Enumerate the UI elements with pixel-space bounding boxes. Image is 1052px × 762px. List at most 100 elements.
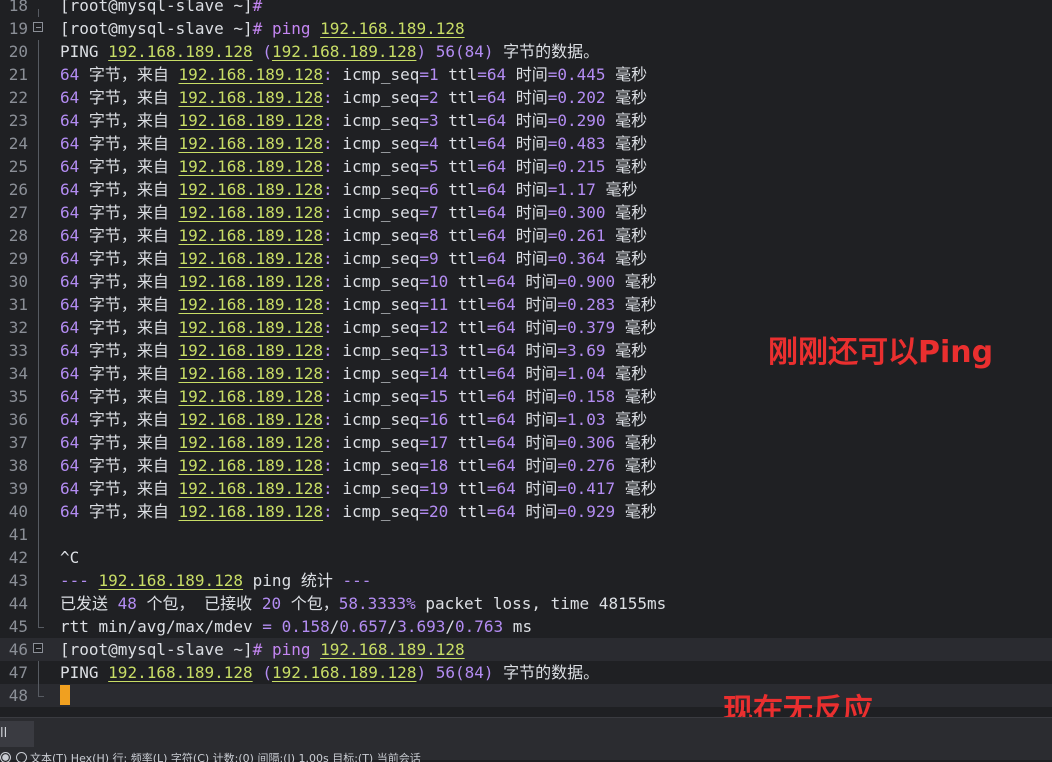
- ip-address: 192.168.189.128: [271, 42, 417, 61]
- radio-hex-icon[interactable]: [16, 752, 27, 762]
- text-segment: 时间: [506, 180, 548, 199]
- text-segment: icmp_seq: [332, 65, 420, 84]
- text-segment: icmp_seq: [332, 341, 420, 360]
- text-segment: =6: [419, 180, 439, 199]
- terminal-line: 27 64 字节，来自 192.168.189.128: icmp_seq=7 t…: [0, 201, 1052, 224]
- text-segment: 64: [60, 226, 80, 245]
- text-segment: (: [262, 663, 272, 682]
- text-segment: ttl: [448, 272, 487, 291]
- text-segment: =0.900: [557, 272, 616, 291]
- line-text: [60, 684, 70, 707]
- text-segment: 字节，来自: [79, 65, 179, 84]
- text-segment: 64: [60, 272, 80, 291]
- text-segment: =0.283: [557, 295, 616, 314]
- text-segment: =9: [419, 249, 439, 268]
- terminal-line: 42 ^C: [0, 546, 1052, 569]
- text-segment: =64: [477, 157, 507, 176]
- fold-guide: [33, 86, 45, 109]
- text-segment: 64: [60, 111, 80, 130]
- text-segment: 字节，来自: [79, 410, 179, 429]
- ip-address: 192.168.189.128: [178, 249, 324, 268]
- text-segment: 时间: [515, 272, 558, 291]
- text-segment: icmp_seq: [332, 364, 420, 383]
- text-segment: =1: [419, 65, 439, 84]
- fold-guide: [33, 201, 45, 224]
- text-segment: =64: [486, 272, 516, 291]
- text-segment: 时间: [515, 364, 558, 383]
- terminal-line: 47 PING 192.168.189.128 (192.168.189.128)…: [0, 661, 1052, 684]
- text-segment: icmp_seq: [332, 410, 420, 429]
- text-segment: icmp_seq: [332, 203, 420, 222]
- terminal-line: 41: [0, 523, 1052, 546]
- fold-guide: [33, 569, 45, 592]
- line-text: 64 字节，来自 192.168.189.128: icmp_seq=15 tt…: [60, 385, 657, 408]
- text-segment: :: [323, 226, 333, 245]
- text-segment: =0.417: [557, 479, 616, 498]
- text-segment: ping: [271, 640, 321, 659]
- text-segment: 已发送: [60, 594, 118, 613]
- terminal-line: 40 64 字节，来自 192.168.189.128: icmp_seq=20 …: [0, 500, 1052, 523]
- text-segment: icmp_seq: [332, 479, 420, 498]
- text-segment: 64: [60, 456, 80, 475]
- text-segment: /: [387, 617, 398, 636]
- text-segment: ttl: [438, 203, 478, 222]
- line-text: 64 字节，来自 192.168.189.128: icmp_seq=11 tt…: [60, 293, 657, 316]
- session-tab[interactable]: ll: [0, 721, 34, 747]
- terminal-line: 29 64 字节，来自 192.168.189.128: icmp_seq=9 t…: [0, 247, 1052, 270]
- line-number: 24: [8, 134, 28, 153]
- text-segment: 时间: [515, 295, 558, 314]
- text-segment: =8: [419, 226, 439, 245]
- text-segment: :: [323, 341, 333, 360]
- text-segment: 毫秒: [605, 341, 648, 360]
- ip-address: 192.168.189.128: [178, 433, 324, 452]
- text-segment: :: [323, 433, 333, 452]
- line-text: 64 字节，来自 192.168.189.128: icmp_seq=8 ttl…: [60, 224, 647, 247]
- text-segment: packet loss, time 48155ms: [415, 594, 667, 613]
- text-segment: =7: [419, 203, 439, 222]
- text-segment: 0.763: [455, 617, 504, 636]
- text-segment: 毫秒: [605, 364, 648, 383]
- line-number: 27: [8, 203, 28, 222]
- line-text: 64 字节，来自 192.168.189.128: icmp_seq=3 ttl…: [60, 109, 647, 132]
- fold-toggle-icon[interactable]: [33, 638, 45, 661]
- terminal-line: 23 64 字节，来自 192.168.189.128: icmp_seq=3 t…: [0, 109, 1052, 132]
- fold-toggle-icon[interactable]: [33, 17, 45, 40]
- fold-guide: [33, 270, 45, 293]
- text-segment: =15: [419, 387, 449, 406]
- text-segment: :: [323, 203, 333, 222]
- ip-address: 192.168.189.128: [178, 203, 324, 222]
- terminal-line: 26 64 字节，来自 192.168.189.128: icmp_seq=6 t…: [0, 178, 1052, 201]
- line-text: 64 字节，来自 192.168.189.128: icmp_seq=18 tt…: [60, 454, 657, 477]
- line-text: ^C: [60, 546, 79, 569]
- ip-address: 192.168.189.128: [178, 88, 324, 107]
- text-segment: 64: [60, 157, 80, 176]
- text-segment: 毫秒: [605, 410, 648, 429]
- line-number: 45: [8, 617, 28, 636]
- send-options-bar[interactable]: 文本(T) Hex(H) 行: 频率(L) 字符(C) 计数:(0) 间隔:(I…: [0, 750, 1052, 762]
- text-segment: =64: [477, 134, 507, 153]
- fold-guide: [33, 40, 45, 63]
- text-segment: :: [323, 65, 333, 84]
- terminal-line: 35 64 字节，来自 192.168.189.128: icmp_seq=15 …: [0, 385, 1052, 408]
- line-number: 37: [8, 433, 28, 452]
- line-text: [root@mysql-slave ~]#: [60, 0, 262, 17]
- radio-text-icon[interactable]: [0, 752, 11, 762]
- line-number: 39: [8, 479, 28, 498]
- line-number: 30: [8, 272, 28, 291]
- bottom-panel: ll 文本(T) Hex(H) 行: 频率(L) 字符(C) 计数:(0) 间隔…: [0, 717, 1052, 762]
- text-segment: 字节，来自: [79, 502, 179, 521]
- text-segment: 毫秒: [615, 318, 657, 337]
- line-text: PING 192.168.189.128 (192.168.189.128) 5…: [60, 661, 599, 684]
- text-segment: 字节的数据。: [493, 663, 600, 682]
- text-segment: 64: [60, 364, 80, 383]
- fold-guide: [33, 408, 45, 431]
- line-text: --- 192.168.189.128 ping 统计 ---: [60, 569, 371, 592]
- fold-guide: [33, 293, 45, 316]
- annotation-still-pinging: 刚刚还可以Ping: [768, 335, 994, 370]
- text-segment: 字节，来自: [79, 456, 179, 475]
- line-number: 38: [8, 456, 28, 475]
- text-segment: 64: [60, 295, 80, 314]
- text-segment: =64: [486, 502, 516, 521]
- line-number: 25: [8, 157, 28, 176]
- terminal-line: 25 64 字节，来自 192.168.189.128: icmp_seq=5 t…: [0, 155, 1052, 178]
